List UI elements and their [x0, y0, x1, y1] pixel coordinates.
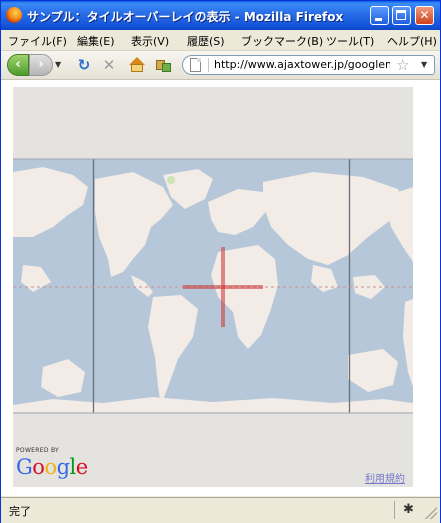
google-wordmark: Google: [16, 455, 88, 479]
menu-edit[interactable]: 編集(E): [77, 33, 115, 49]
maximize-icon: [396, 10, 406, 20]
url-divider: [208, 58, 209, 72]
maximize-button[interactable]: [392, 6, 411, 25]
reload-icon[interactable]: ↻: [75, 56, 93, 74]
address-bar[interactable]: http://www.ajaxtower.jp/googlemaps/ ☆ ▼: [182, 55, 435, 75]
back-arrow-icon: ‹: [15, 57, 21, 72]
status-text: 完了: [9, 505, 31, 518]
page-content: POWERED BY Google 利用規約: [1, 80, 440, 496]
menu-tools[interactable]: ツール(T): [326, 33, 374, 49]
menu-history[interactable]: 履歴(S): [187, 33, 225, 49]
history-dropdown-icon[interactable]: ▼: [55, 60, 61, 69]
url-input[interactable]: http://www.ajaxtower.jp/googlemaps/: [214, 58, 390, 71]
close-icon: ✕: [419, 8, 430, 22]
google-logo[interactable]: POWERED BY Google: [16, 447, 88, 482]
menu-bar: ファイル(F) 編集(E) 表示(V) 履歴(S) ブックマーク(B) ツール(…: [1, 30, 440, 51]
bookmark-star-icon[interactable]: ☆: [396, 56, 409, 74]
addons-icon[interactable]: [154, 56, 172, 74]
minimize-button[interactable]: [370, 6, 389, 25]
overlay-crosshair-horizontal: [183, 285, 263, 289]
menu-bookmarks[interactable]: ブックマーク(B): [241, 33, 323, 49]
page-icon: [190, 58, 201, 72]
firefox-icon[interactable]: [6, 7, 22, 23]
browser-window: サンプル：タイルオーバーレイの表示 - Mozilla Firefox ✕ ファ…: [0, 0, 441, 523]
minimize-icon: [375, 18, 382, 21]
navigation-toolbar: ‹ › ▼ ↻ ✕ http://www.ajaxtower.jp/google…: [1, 51, 440, 80]
forward-button[interactable]: ›: [29, 54, 53, 76]
title-bar[interactable]: サンプル：タイルオーバーレイの表示 - Mozilla Firefox ✕: [1, 1, 440, 30]
menu-view[interactable]: 表示(V): [131, 33, 169, 49]
resize-grip-icon[interactable]: [425, 507, 437, 519]
status-bar: 完了 ✱: [1, 497, 440, 523]
terms-of-use-link[interactable]: 利用規約: [365, 470, 405, 485]
window-title: サンプル：タイルオーバーレイの表示 - Mozilla Firefox: [27, 10, 344, 24]
close-button[interactable]: ✕: [415, 6, 434, 25]
map-canvas[interactable]: POWERED BY Google 利用規約: [13, 87, 413, 487]
status-divider: [394, 501, 395, 519]
home-icon[interactable]: [128, 56, 146, 74]
url-dropdown-icon[interactable]: ▼: [421, 60, 427, 69]
map-feature-greenland-patch: [167, 176, 175, 184]
forward-arrow-icon: ›: [38, 57, 44, 72]
stop-icon[interactable]: ✕: [100, 56, 118, 74]
bug-icon[interactable]: ✱: [403, 502, 414, 517]
back-button[interactable]: ‹: [7, 54, 29, 76]
powered-by-label: POWERED BY: [16, 447, 60, 454]
menu-file[interactable]: ファイル(F): [8, 33, 67, 49]
world-map[interactable]: [13, 87, 413, 487]
menu-help[interactable]: ヘルプ(H): [387, 33, 437, 49]
